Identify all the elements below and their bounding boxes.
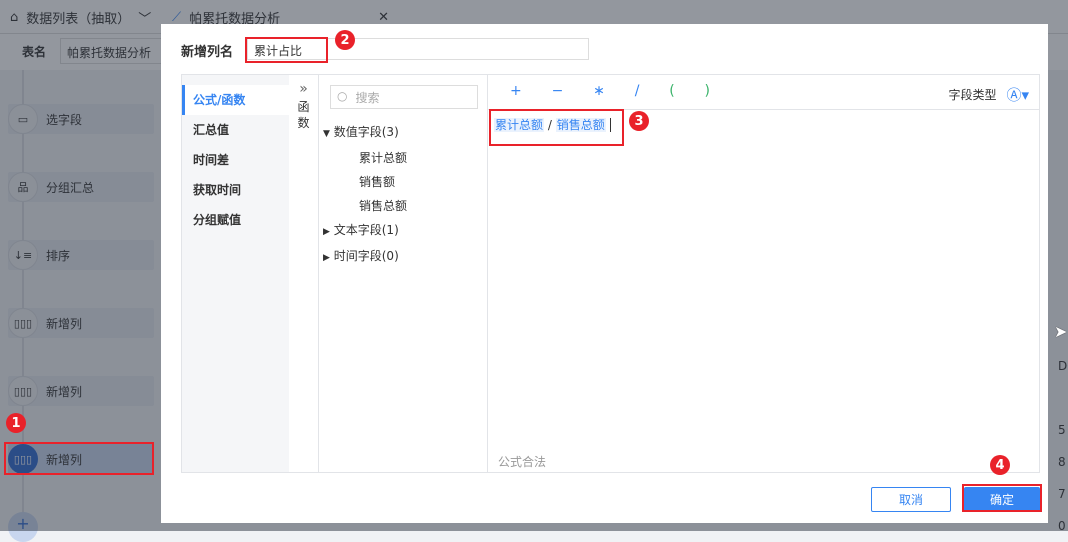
type-a-icon: Ⓐ▾ [1006,86,1029,104]
field-item[interactable]: 销售总额 [323,194,407,218]
annotation-box-2 [245,37,328,63]
field-type-select[interactable]: 字段类型 Ⓐ▾ [948,84,1029,105]
field-item[interactable]: 累计总额 [323,146,407,170]
cancel-button[interactable]: 取消 [871,487,951,512]
op-multiply[interactable]: ∗ [593,83,605,99]
triangle-right-icon: ▶ [323,227,330,237]
mouse-cursor-icon: ➤ [1054,322,1068,341]
formula-editor: + − ∗ / ( ) 字段类型 Ⓐ▾ 累计总额 / 销售总额 3 公式合法 [488,75,1039,472]
annotation-badge-1: 1 [6,413,26,433]
field-tree: ▼ 数值字段(3) 累计总额 销售额 销售总额 ▶ 文本字段(1) ▶ 时间字段… [323,120,407,270]
formula-nav: 公式/函数 汇总值 时间差 获取时间 分组赋值 [182,75,289,472]
formula-status: 公式合法 [498,455,547,469]
annotation-badge-4: 4 [990,455,1010,475]
annotation-box-4 [962,484,1042,512]
column-name-label: 新增列名 [181,45,234,60]
op-minus[interactable]: − [552,83,564,99]
search-input[interactable]: ○ 搜索 [330,85,478,109]
group-time[interactable]: ▶ 时间字段(0) [323,244,407,270]
op-plus[interactable]: + [510,83,522,99]
group-numeric[interactable]: ▼ 数值字段(3) [323,120,407,146]
annotation-badge-3: 3 [629,111,649,131]
function-toggle[interactable]: » 函数 [289,75,319,472]
nav-get-time[interactable]: 获取时间 [182,175,289,205]
operator-bar: + − ∗ / ( ) [510,83,736,103]
add-column-dialog: 新增列名 累计占比 2 公式/函数 汇总值 时间差 获取时间 分组赋值 » 函数… [161,24,1048,523]
nav-summary[interactable]: 汇总值 [182,115,289,145]
annotation-badge-2: 2 [335,30,355,50]
annotation-box-3 [489,109,624,146]
search-icon: ○ [337,89,348,103]
double-chevron-right-icon: » [299,81,308,97]
field-list: ○ 搜索 ▼ 数值字段(3) 累计总额 销售额 销售总额 ▶ 文本字段(1) ▶ … [319,75,488,472]
nav-time-diff[interactable]: 时间差 [182,145,289,175]
field-item[interactable]: 销售额 [323,170,407,194]
annotation-box-1 [4,442,154,475]
op-divide[interactable]: / [635,83,640,99]
op-lparen[interactable]: ( [669,83,674,99]
triangle-down-icon: ▼ [323,129,330,139]
triangle-right-icon: ▶ [323,253,330,263]
nav-group-assign[interactable]: 分组赋值 [182,205,289,235]
group-text[interactable]: ▶ 文本字段(1) [323,218,407,244]
op-rparen[interactable]: ) [705,83,710,99]
nav-formula[interactable]: 公式/函数 [182,85,289,115]
formula-panel: 公式/函数 汇总值 时间差 获取时间 分组赋值 » 函数 ○ 搜索 ▼ 数值字段(… [181,74,1040,473]
